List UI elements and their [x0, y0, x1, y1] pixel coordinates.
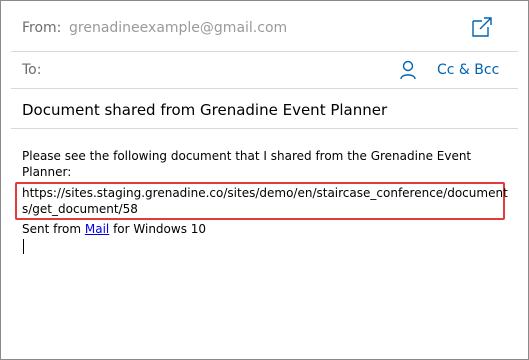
subject-field[interactable]: Document shared from Grenadine Event Pla… — [22, 101, 387, 119]
signature-line: Sent from Mail for Windows 10 — [22, 221, 206, 237]
signature-suffix: for Windows 10 — [109, 222, 207, 236]
message-body[interactable]: Please see the following document that I… — [22, 148, 508, 180]
to-row[interactable]: To: Cc & Bcc — [1, 52, 528, 92]
from-row: From: grenadineexample@gmail.com — [1, 1, 528, 51]
from-label: From: — [22, 20, 62, 36]
person-icon[interactable] — [399, 60, 417, 80]
cc-bcc-button[interactable]: Cc & Bcc — [437, 62, 499, 78]
mail-compose-window: From: grenadineexample@gmail.com To: Cc … — [0, 0, 529, 360]
signature-prefix: Sent from — [22, 222, 85, 236]
document-url[interactable]: https://sites.staging.grenadine.co/sites… — [22, 185, 508, 217]
subject-row[interactable]: Document shared from Grenadine Event Pla… — [1, 89, 528, 129]
to-label: To: — [22, 62, 42, 78]
popout-icon[interactable] — [470, 15, 494, 39]
mail-link[interactable]: Mail — [85, 222, 109, 236]
from-address[interactable]: grenadineexample@gmail.com — [69, 20, 287, 36]
body-intro: Please see the following document that I… — [22, 149, 472, 179]
text-cursor — [23, 239, 24, 254]
subject-divider — [11, 128, 518, 129]
